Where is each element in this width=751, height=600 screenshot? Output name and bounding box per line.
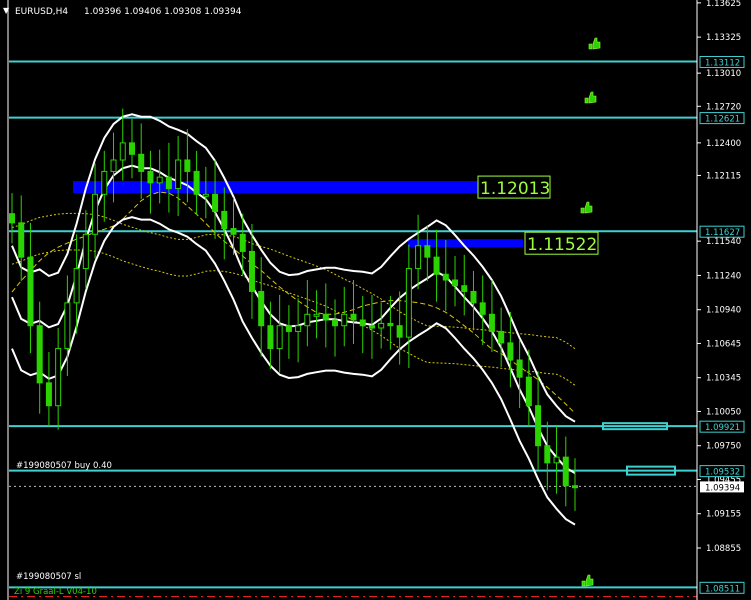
candle-body [101, 170, 108, 195]
candle-body [470, 290, 477, 304]
candle-body [138, 153, 145, 172]
candle-body [452, 279, 459, 287]
price-tick-label: 1.11540 [706, 237, 741, 247]
candle-body [359, 319, 366, 327]
candle-body [239, 233, 246, 252]
candle-body [276, 325, 283, 350]
level-price-label: 1.09532 [705, 468, 740, 478]
candle-body [45, 382, 52, 407]
candle-body [202, 193, 209, 197]
candle-body [156, 176, 163, 184]
candle-body [525, 376, 532, 407]
candle-body [258, 290, 265, 327]
price-tick-label: 1.13325 [706, 33, 741, 43]
candle-body [415, 245, 422, 270]
candle-body [128, 142, 135, 155]
candle-body [498, 330, 505, 344]
candle-body [230, 228, 237, 235]
candle-body [396, 325, 403, 338]
candle-body [507, 342, 514, 361]
candle-body [36, 325, 43, 384]
candle-body [147, 170, 154, 184]
candle-body [248, 250, 255, 292]
candle-body [442, 273, 449, 281]
sl-order-label: #199080507 sl [16, 572, 81, 582]
candle-body [322, 313, 329, 321]
candle-body [378, 322, 385, 329]
candle-body [516, 359, 523, 378]
candle-body [461, 285, 468, 292]
price-tick-label: 1.10940 [706, 306, 741, 316]
candle-body [479, 302, 486, 315]
candle-body [424, 245, 431, 258]
candle-body [184, 159, 191, 172]
candle-body [544, 445, 551, 464]
price-tick-label: 1.10345 [706, 374, 741, 384]
candle-body [110, 159, 117, 172]
candle-body [193, 170, 200, 195]
candle-body [64, 302, 71, 350]
symbol-timeframe: EURUSD,H4 [15, 7, 68, 17]
candle-body [9, 213, 15, 224]
candle-body [535, 405, 542, 447]
price-tick-label: 1.10050 [706, 407, 741, 417]
chart-background [0, 0, 751, 600]
price-tick-label: 1.08855 [706, 544, 741, 554]
candle-body [175, 159, 182, 190]
candle-body [368, 325, 375, 329]
level-price-label: 1.08511 [705, 584, 740, 594]
price-chart[interactable]: 1.12013 1.11522 1.13625 1.13325 1.13010 1.12… [0, 0, 751, 600]
candle-body [73, 268, 80, 304]
price-tick-label: 1.13625 [706, 0, 741, 9]
candle-body [572, 485, 578, 489]
candle-body [165, 176, 172, 190]
candle-body [82, 233, 89, 270]
candle-body [212, 193, 219, 212]
candle-body [313, 313, 320, 317]
candle-body [433, 256, 440, 275]
candle-body [562, 456, 569, 487]
candle-body [92, 193, 99, 235]
indicator-label: Zi 9 Graal-L V04-10 [14, 587, 97, 597]
buy-order-label: #199080507 buy 0.40 [16, 461, 112, 471]
current-price-label: 1.09394 [705, 483, 740, 493]
candle-body [304, 313, 311, 327]
chart-menu-icon[interactable]: ▼ [3, 6, 10, 15]
level-price-label: 1.09921 [705, 423, 740, 433]
candle-body [341, 313, 348, 327]
candle-body [221, 210, 228, 230]
price-tick-label: 1.12400 [706, 139, 741, 149]
price-tick-label: 1.09155 [706, 510, 741, 520]
zone-bar [73, 181, 478, 194]
price-tick-label: 1.11240 [706, 271, 741, 281]
price-tick-label: 1.12720 [706, 102, 741, 112]
candle-body [405, 268, 412, 338]
price-tick-label: 1.10645 [706, 339, 741, 349]
candle-body [119, 142, 126, 161]
level-price-label: 1.11627 [705, 228, 740, 238]
candle-body [295, 325, 302, 332]
candle-body [332, 319, 339, 327]
candle-body [387, 322, 394, 327]
zone-price-label: 1.12013 [480, 179, 550, 199]
candle-body [55, 348, 62, 407]
ohlc-values: 1.09396 1.09406 1.09308 1.09394 [84, 7, 242, 17]
price-tick-label: 1.12115 [706, 171, 741, 181]
level-price-label: 1.12621 [705, 115, 740, 125]
candle-body [285, 325, 292, 332]
candle-body [18, 222, 25, 258]
candle-body [350, 313, 357, 321]
candle-body [267, 325, 274, 350]
price-tick-label: 1.09750 [706, 442, 741, 452]
candle-body [488, 313, 495, 332]
level-price-label: 1.13112 [705, 58, 740, 68]
zone-price-label: 1.11522 [527, 235, 597, 255]
price-tick-label: 1.13010 [706, 69, 741, 79]
candle-body [553, 456, 560, 464]
candle-body [27, 256, 34, 327]
